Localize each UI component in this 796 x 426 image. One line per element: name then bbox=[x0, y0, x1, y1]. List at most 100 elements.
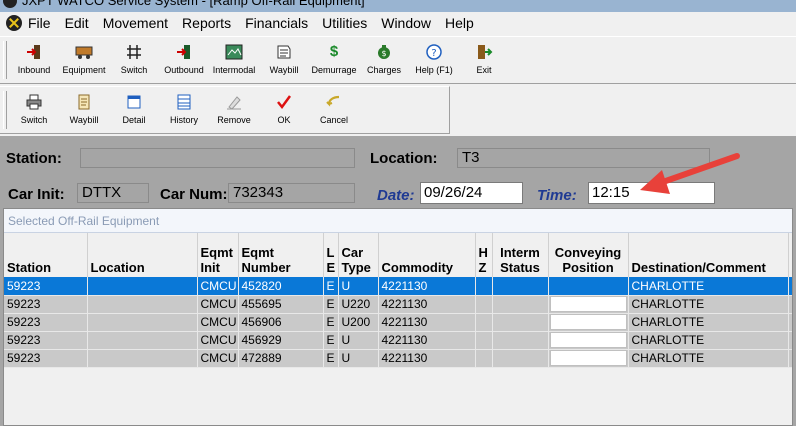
history-button[interactable]: History bbox=[159, 87, 209, 133]
cell-dest: CHARLOTTE bbox=[628, 349, 789, 368]
menu-bar: File Edit Movement Reports Financials Ut… bbox=[0, 12, 796, 34]
cell-init: CMCU bbox=[197, 313, 239, 332]
table-row[interactable]: 59223 CMCU 455695 E U220 4221130 CHARLOTTE bbox=[4, 295, 792, 314]
inbound-button[interactable]: Inbound bbox=[9, 37, 59, 83]
conveying-position-input[interactable] bbox=[549, 314, 627, 330]
toolbar-grip[interactable] bbox=[3, 41, 7, 79]
cell-le: E bbox=[323, 331, 339, 350]
conveying-position-input[interactable] bbox=[549, 350, 627, 366]
cell-conveying[interactable] bbox=[548, 313, 629, 332]
exit-icon bbox=[473, 42, 495, 62]
menu-reports[interactable]: Reports bbox=[182, 15, 231, 31]
cell-number: 452820 bbox=[238, 277, 324, 296]
date-label: Date: bbox=[377, 187, 415, 204]
exit-button[interactable]: Exit bbox=[459, 37, 509, 83]
col-location[interactable]: Location bbox=[87, 233, 198, 277]
cancel-button[interactable]: Cancel bbox=[309, 87, 359, 133]
cell-dest: CHARLOTTE bbox=[628, 295, 789, 314]
charges-button[interactable]: $ Charges bbox=[359, 37, 409, 83]
col-conveying-position[interactable]: Conveying Position bbox=[548, 233, 629, 277]
cell-number: 472889 bbox=[238, 349, 324, 368]
menu-financials[interactable]: Financials bbox=[245, 15, 308, 31]
toolbar-grip[interactable] bbox=[3, 91, 7, 129]
station-field[interactable] bbox=[80, 148, 355, 168]
outbound-icon bbox=[173, 42, 195, 62]
menu-edit[interactable]: Edit bbox=[65, 15, 89, 31]
cell-location bbox=[87, 277, 198, 296]
cell-station: 59223 bbox=[4, 331, 88, 350]
switch-button[interactable]: Switch bbox=[109, 37, 159, 83]
demurrage-button[interactable]: $ Demurrage bbox=[309, 37, 359, 83]
col-station[interactable]: Station bbox=[4, 233, 88, 277]
col-interm-status[interactable]: Interm Status bbox=[492, 233, 549, 277]
cell-type: U bbox=[338, 277, 379, 296]
cell-le: E bbox=[323, 295, 339, 314]
equipment-icon bbox=[73, 42, 95, 62]
menu-movement[interactable]: Movement bbox=[103, 15, 168, 31]
table-row[interactable]: 59223 CMCU 456906 E U200 4221130 CHARLOTTE bbox=[4, 313, 792, 332]
col-destination-comment[interactable]: Destination/Comment bbox=[628, 233, 789, 277]
equipment-button[interactable]: Equipment bbox=[59, 37, 109, 83]
help-button[interactable]: ? Help (F1) bbox=[409, 37, 459, 83]
app-menu-icon[interactable] bbox=[6, 15, 22, 31]
inbound-icon bbox=[23, 42, 45, 62]
car-num-field[interactable]: 732343 bbox=[228, 183, 355, 203]
history-icon bbox=[173, 92, 195, 112]
menu-help[interactable]: Help bbox=[445, 15, 474, 31]
remove-button[interactable]: Remove bbox=[209, 87, 259, 133]
table-row[interactable]: 59223 CMCU 472889 E U 4221130 CHARLOTTE bbox=[4, 349, 792, 368]
table-row[interactable]: 59223 CMCU 456929 E U 4221130 CHARLOTTE bbox=[4, 331, 792, 350]
col-car-type[interactable]: Car Type bbox=[338, 233, 379, 277]
waybill-detail-button[interactable]: Waybill bbox=[59, 87, 109, 133]
col-hz[interactable]: H Z bbox=[475, 233, 493, 277]
waybill-button[interactable]: Waybill bbox=[259, 37, 309, 83]
outbound-button[interactable]: Outbound bbox=[159, 37, 209, 83]
conveying-position-input[interactable] bbox=[549, 332, 627, 348]
cell-le: E bbox=[323, 349, 339, 368]
cancel-icon bbox=[323, 92, 345, 112]
cell-station: 59223 bbox=[4, 277, 88, 296]
col-eqmt-init[interactable]: Eqmt Init bbox=[197, 233, 239, 277]
intermodal-button[interactable]: Intermodal bbox=[209, 37, 259, 83]
cell-number: 456929 bbox=[238, 331, 324, 350]
col-eqmt-number[interactable]: Eqmt Number bbox=[238, 233, 324, 277]
car-init-field[interactable]: DTTX bbox=[77, 183, 149, 203]
cell-type: U bbox=[338, 331, 379, 350]
window-title: JXPT WATCO Service System - [Ramp Off-Ra… bbox=[22, 0, 365, 8]
cell-conveying[interactable] bbox=[548, 331, 629, 350]
cell-le: E bbox=[323, 313, 339, 332]
location-label: Location: bbox=[370, 150, 438, 167]
cell-hz bbox=[475, 349, 493, 368]
date-field[interactable]: 09/26/24 bbox=[420, 182, 523, 204]
ok-button[interactable]: OK bbox=[259, 87, 309, 133]
time-field[interactable]: 12:15 bbox=[588, 182, 715, 204]
cell-type: U bbox=[338, 349, 379, 368]
detail-button[interactable]: Detail bbox=[109, 87, 159, 133]
charges-icon: $ bbox=[373, 42, 395, 62]
menu-file[interactable]: File bbox=[28, 15, 51, 31]
col-le[interactable]: L E bbox=[323, 233, 339, 277]
cell-commodity: 4221130 bbox=[378, 349, 476, 368]
cell-init: CMCU bbox=[197, 295, 239, 314]
cell-le: E bbox=[323, 277, 339, 296]
car-init-label: Car Init: bbox=[8, 186, 65, 203]
cell-conveying[interactable] bbox=[548, 295, 629, 314]
conveying-position-input[interactable] bbox=[549, 296, 627, 312]
cell-dest: CHARLOTTE bbox=[628, 277, 789, 296]
print-switch-button[interactable]: Switch bbox=[9, 87, 59, 133]
menu-window[interactable]: Window bbox=[381, 15, 431, 31]
table-row[interactable]: 59223 CMCU 452820 E U 4221130 CHARLOTTE bbox=[4, 277, 792, 296]
cell-type: U200 bbox=[338, 313, 379, 332]
cell-station: 59223 bbox=[4, 313, 88, 332]
location-field[interactable]: T3 bbox=[457, 148, 710, 168]
equipment-grid: Station Location Eqmt Init Eqmt Number L… bbox=[4, 233, 792, 425]
menu-utilities[interactable]: Utilities bbox=[322, 15, 367, 31]
switch-icon bbox=[123, 42, 145, 62]
cell-hz bbox=[475, 277, 493, 296]
grid-header-row: Station Location Eqmt Init Eqmt Number L… bbox=[4, 233, 792, 277]
detail-icon bbox=[123, 92, 145, 112]
cell-conveying[interactable] bbox=[548, 349, 629, 368]
col-commodity[interactable]: Commodity bbox=[378, 233, 476, 277]
print-switch-icon bbox=[23, 92, 45, 112]
cell-number: 455695 bbox=[238, 295, 324, 314]
